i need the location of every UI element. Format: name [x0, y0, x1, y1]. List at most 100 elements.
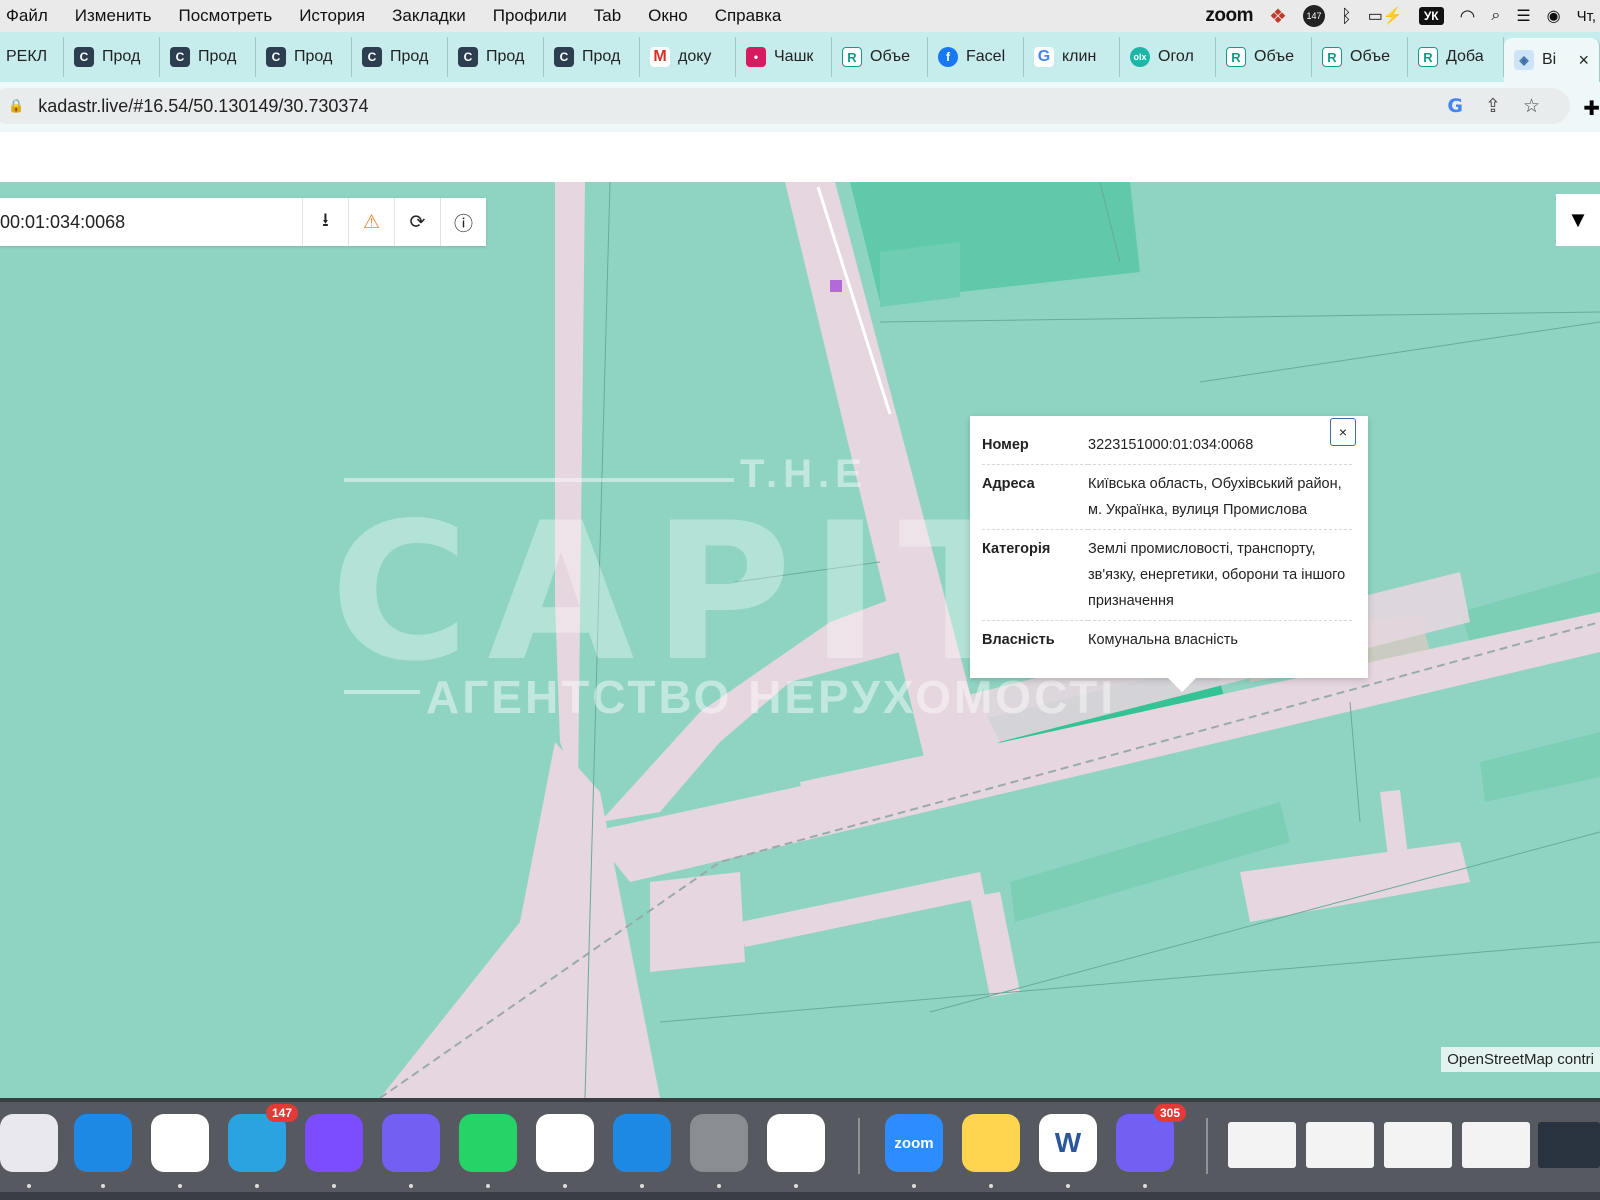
browser-tab[interactable]: C Прод [448, 37, 544, 77]
window-thumbnail[interactable] [1384, 1122, 1452, 1168]
popup-close-button[interactable]: × [1330, 418, 1356, 446]
menu-item[interactable]: Изменить [75, 6, 152, 26]
tab-label: Доба [1446, 48, 1484, 65]
parcel-info-popup: × Номер 3223151000:01:034:0068 Адреса Київс… [970, 416, 1368, 692]
safari-icon[interactable] [74, 1114, 132, 1172]
filter-icon[interactable]: ▼ [1556, 194, 1600, 246]
input-language[interactable]: УК [1418, 7, 1444, 25]
running-indicator [717, 1184, 721, 1188]
menu-item[interactable]: Справка [715, 6, 782, 26]
parcel-info-key: Категорія [982, 529, 1088, 621]
menu-item[interactable]: Файл [6, 6, 48, 26]
download-icon[interactable]: ⭳ [302, 198, 348, 246]
tab-label: Объе [1254, 48, 1294, 65]
browser-tab[interactable]: Mдоку [640, 37, 736, 77]
menu-item[interactable]: Профили [493, 6, 567, 26]
parcel-info-table: Номер 3223151000:01:034:0068 Адреса Київськ… [982, 426, 1352, 659]
notification-badge: 305 [1153, 1104, 1186, 1122]
menu-item[interactable]: Посмотреть [178, 6, 272, 26]
tab-label: доку [678, 48, 712, 65]
running-indicator [989, 1184, 993, 1188]
zoom-status-label[interactable]: zoom [1205, 5, 1253, 27]
running-indicator [794, 1184, 798, 1188]
app-menus: Файл Изменить Посмотреть История Закладки Про… [0, 6, 781, 26]
cadastral-map[interactable]: T.H.E CAPITAL АГЕНТСТВО НЕРУХОМОСТІ 00:0… [0, 182, 1600, 1098]
share-icon[interactable]: ⇪ [1485, 95, 1501, 118]
browser-tab[interactable]: РЕКЛ [0, 37, 64, 77]
window-thumbnail[interactable] [1306, 1122, 1374, 1168]
tab-label: Facel [966, 48, 1006, 65]
tab-label: Прод [486, 48, 525, 65]
word-icon[interactable]: W [1039, 1114, 1097, 1172]
wifi-icon[interactable]: ◠ [1460, 6, 1476, 27]
cat-icon: • [746, 47, 766, 67]
close-tab-icon[interactable]: × [1578, 50, 1589, 71]
refresh-icon[interactable]: ⟳ [394, 198, 440, 246]
url-field[interactable]: 🔒 kadastr.live/#16.54/50.130149/30.73037… [0, 88, 1570, 124]
gmail-icon: M [650, 47, 670, 67]
browser-tab[interactable]: R Объе [832, 37, 928, 77]
browser-tab[interactable]: C Прод [544, 37, 640, 77]
lock-icon[interactable]: 🔒 [8, 98, 24, 114]
control-center-icon[interactable]: ☰ [1516, 6, 1530, 26]
battery-icon[interactable]: ▭⚡ [1368, 6, 1403, 26]
clock[interactable]: Чт, [1577, 8, 1596, 25]
browser-tab[interactable]: Gклин [1024, 37, 1120, 77]
viber-icon[interactable]: 305 [1116, 1104, 1186, 1172]
running-indicator [178, 1184, 182, 1188]
browser-tab[interactable]: f Facel [928, 37, 1024, 77]
running-indicator [409, 1184, 413, 1188]
browser-tab[interactable]: R Объе [1216, 37, 1312, 77]
bluetooth-icon[interactable]: ᛒ [1341, 6, 1352, 27]
bookmark-star-icon[interactable]: ☆ [1523, 95, 1540, 118]
info-icon[interactable]: ⓘ [440, 198, 486, 246]
browser-tab[interactable]: C Прод [160, 37, 256, 77]
browser-tab[interactable]: olx Огол [1120, 37, 1216, 77]
url-text[interactable]: kadastr.live/#16.54/50.130149/30.730374 [38, 96, 368, 117]
chrome-icon[interactable] [151, 1114, 209, 1172]
menu-item[interactable]: Закладки [392, 6, 466, 26]
vpn-icon[interactable]: ❖ [1269, 4, 1287, 29]
whatsapp-icon[interactable] [459, 1114, 517, 1172]
running-indicator [27, 1184, 31, 1188]
browser-tab[interactable]: C Прод [352, 37, 448, 77]
window-thumbnail[interactable] [1538, 1122, 1600, 1168]
spotlight-icon[interactable]: ⌕ [1491, 7, 1500, 25]
google-lens-icon[interactable]: G [1447, 95, 1463, 117]
siri-icon[interactable]: ◉ [1547, 6, 1561, 26]
running-indicator [912, 1184, 916, 1188]
browser-tab[interactable]: • Чашк [736, 37, 832, 77]
tab-label: Объе [870, 48, 910, 65]
photos-icon[interactable] [536, 1114, 594, 1172]
window-thumbnail[interactable] [1228, 1122, 1296, 1168]
map-attribution[interactable]: OpenStreetMap contri [1441, 1047, 1600, 1072]
parcel-info-key: Власність [982, 632, 1055, 648]
cadastre-search-input[interactable]: 00:01:034:0068 [0, 212, 302, 233]
notification-count-icon[interactable]: 147 [1302, 5, 1325, 27]
status-area: zoom ❖ 147 ᛒ ▭⚡ УК ◠ ⌕ ☰ ◉ Чт, [1205, 0, 1600, 32]
window-thumbnail[interactable] [1462, 1122, 1530, 1168]
parcel-info-value: Комунальна власність [1088, 632, 1238, 648]
extensions-icon[interactable]: ✚ [1583, 96, 1600, 121]
capital-icon: C [74, 47, 94, 67]
notes-icon[interactable] [962, 1114, 1020, 1172]
zoom-icon[interactable]: zoom [885, 1114, 943, 1172]
browser-tab[interactable]: R Доба [1408, 37, 1504, 77]
menu-item[interactable]: История [299, 6, 365, 26]
telegram-icon[interactable]: 147 [228, 1104, 298, 1172]
menu-item[interactable]: Tab [594, 6, 621, 26]
browser-tab[interactable]: C Прод [256, 37, 352, 77]
viber-icon[interactable] [382, 1114, 440, 1172]
app-store-icon[interactable] [613, 1114, 671, 1172]
tab-active[interactable]: ◈ Ві × [1504, 38, 1600, 82]
warning-icon[interactable]: ⚠ [348, 198, 394, 246]
system-preferences-icon[interactable] [690, 1114, 748, 1172]
launchpad-icon[interactable] [0, 1114, 58, 1172]
browser-tab[interactable]: R Объе [1312, 37, 1408, 77]
tab-label: Прод [582, 48, 621, 65]
browser-tab[interactable]: C Прод [64, 37, 160, 77]
menu-item[interactable]: Окно [648, 6, 688, 26]
olx-icon: olx [1130, 47, 1150, 67]
freeform-icon[interactable] [767, 1114, 825, 1172]
messenger-icon[interactable] [305, 1114, 363, 1172]
